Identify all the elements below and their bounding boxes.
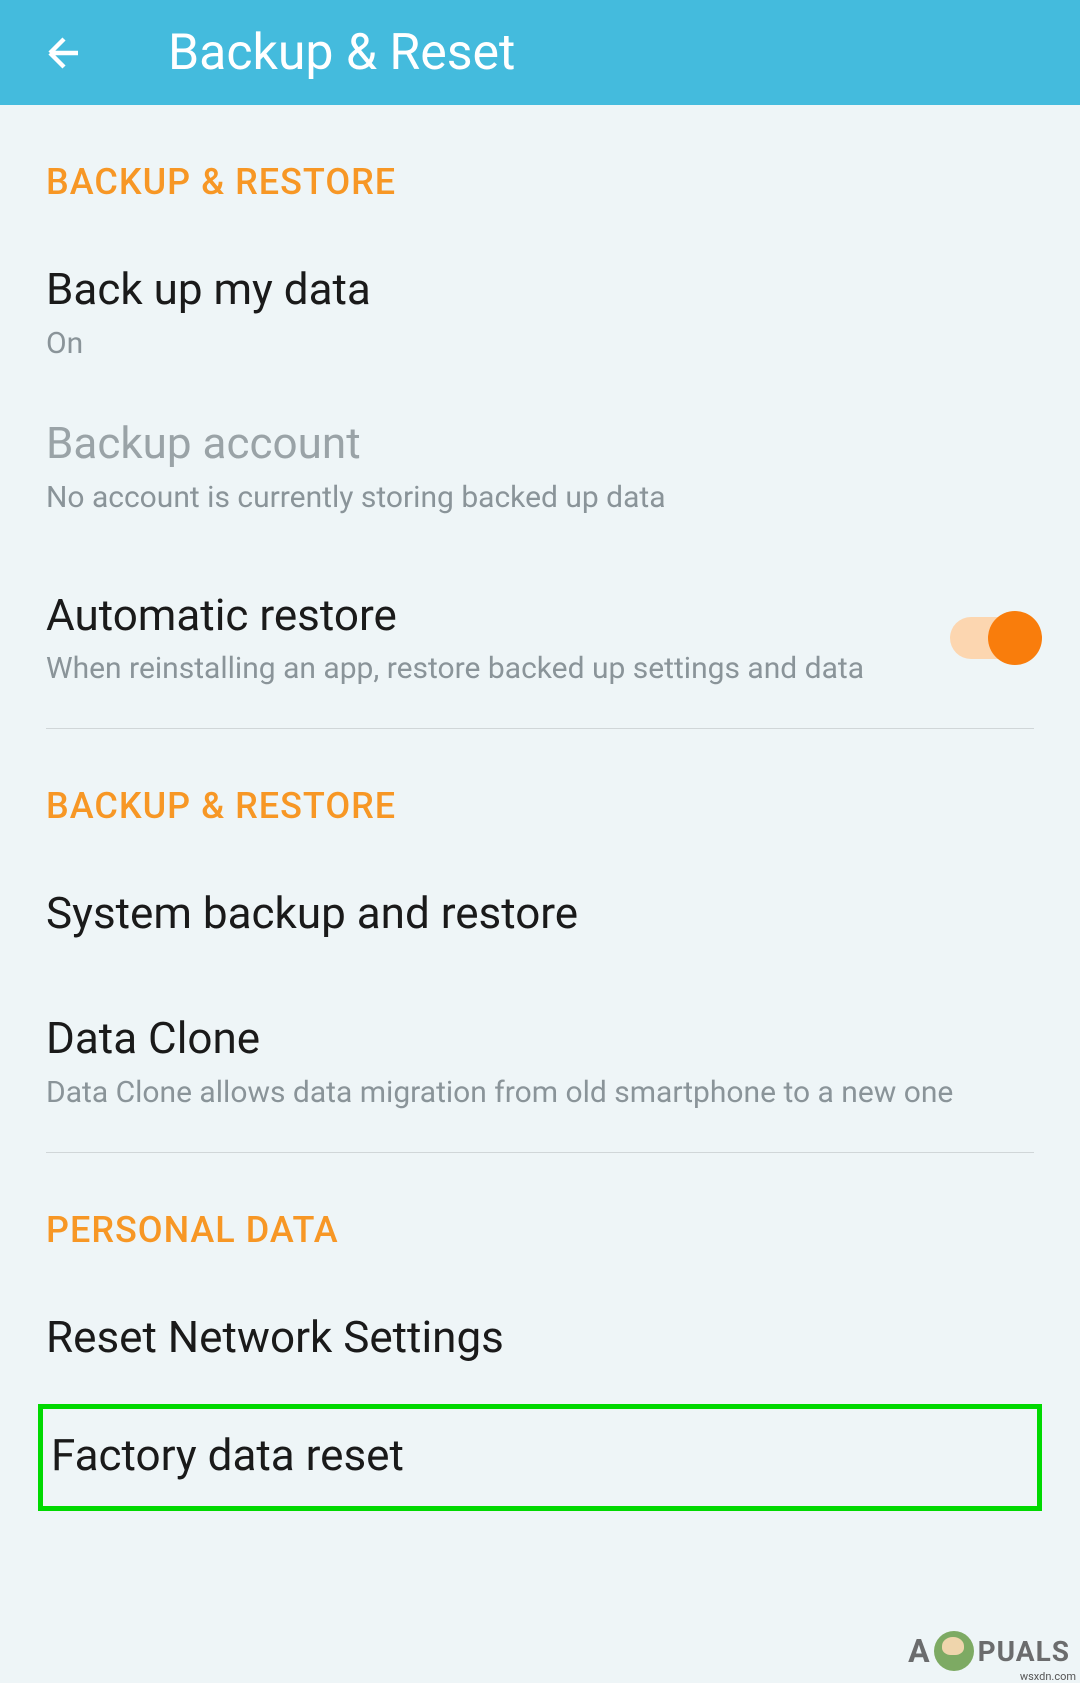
watermark-suffix: PUALS bbox=[978, 1635, 1070, 1668]
section-header-personal-data: PERSONAL DATA bbox=[46, 1209, 1034, 1251]
back-arrow-icon[interactable] bbox=[40, 29, 88, 77]
setting-reset-network[interactable]: Reset Network Settings bbox=[46, 1291, 1034, 1384]
toggle-knob bbox=[988, 611, 1042, 665]
setting-system-backup[interactable]: System backup and restore bbox=[46, 867, 1034, 960]
page-title: Backup & Reset bbox=[168, 24, 515, 82]
watermark: A PUALS bbox=[908, 1631, 1070, 1671]
setting-title: Data Clone bbox=[46, 1012, 1034, 1065]
setting-subtitle: No account is currently storing backed u… bbox=[46, 478, 1034, 517]
setting-subtitle: Data Clone allows data migration from ol… bbox=[46, 1073, 1034, 1112]
setting-title: Back up my data bbox=[46, 263, 1034, 316]
setting-factory-data-reset[interactable]: Factory data reset bbox=[38, 1404, 1042, 1511]
setting-backup-my-data[interactable]: Back up my data On bbox=[46, 243, 1034, 383]
setting-title: Reset Network Settings bbox=[46, 1311, 1034, 1364]
setting-title: Automatic restore bbox=[46, 589, 930, 642]
setting-title: System backup and restore bbox=[46, 887, 1034, 940]
setting-title: Backup account bbox=[46, 417, 1034, 470]
watermark-prefix: A bbox=[908, 1632, 930, 1670]
divider bbox=[46, 728, 1034, 729]
setting-backup-account[interactable]: Backup account No account is currently s… bbox=[46, 397, 1034, 537]
section-header-backup-restore-1: BACKUP & RESTORE bbox=[46, 161, 1034, 203]
setting-subtitle: When reinstalling an app, restore backed… bbox=[46, 649, 930, 688]
setting-title: Factory data reset bbox=[51, 1429, 1029, 1482]
settings-content: BACKUP & RESTORE Back up my data On Back… bbox=[0, 161, 1080, 1511]
app-header: Backup & Reset bbox=[0, 0, 1080, 105]
setting-data-clone[interactable]: Data Clone Data Clone allows data migrat… bbox=[46, 992, 1034, 1132]
automatic-restore-toggle[interactable] bbox=[950, 617, 1034, 659]
watermark-url: wsxdn.com bbox=[1020, 1670, 1076, 1683]
watermark-logo-icon bbox=[934, 1631, 974, 1671]
divider bbox=[46, 1152, 1034, 1153]
setting-automatic-restore[interactable]: Automatic restore When reinstalling an a… bbox=[46, 569, 1034, 709]
setting-status: On bbox=[46, 324, 1034, 363]
section-header-backup-restore-2: BACKUP & RESTORE bbox=[46, 785, 1034, 827]
